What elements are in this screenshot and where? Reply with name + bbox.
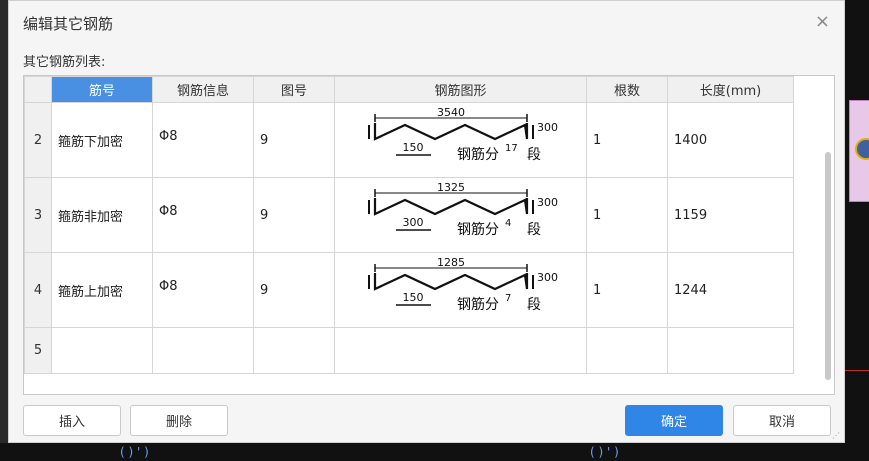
rebar-list-label: 其它钢筋列表:	[23, 55, 106, 70]
rebar-shape-diagram: 1285 300 150 钢筋分 7 段	[367, 256, 558, 313]
background-cad-bottom: ( ) ' ) ( ) ' )	[0, 443, 869, 461]
rebar-shape-diagram: 3540 300 150 钢筋分 17 段	[367, 106, 558, 163]
column-header[interactable]: 筋号	[51, 76, 153, 103]
segment-count: 7	[505, 293, 511, 304]
dimension-side-label: 300	[537, 121, 558, 134]
rebar-zigzag	[373, 273, 528, 291]
rebar-table: 筋号 钢筋信息 图号 钢筋图形 根数 长度(mm) 2 箍筋下加密 Φ8 9 3540 300 150…	[24, 76, 794, 374]
row-number[interactable]: 2	[24, 102, 52, 178]
length-cell[interactable]: 1400	[667, 102, 794, 178]
table-header-row: 筋号 钢筋信息 图号 钢筋图形 根数 长度(mm)	[24, 76, 794, 103]
segment-count: 4	[505, 218, 511, 229]
resize-grip-icon[interactable]: ⋰	[832, 431, 840, 440]
table-body: 2 箍筋下加密 Φ8 9 3540 300 150 钢筋分 17 段 1 1400 3 箍筋非加密 Φ8 9 1…	[24, 102, 794, 374]
ok-button[interactable]: 确定	[625, 405, 723, 436]
dimension-sub-label: 300	[402, 216, 423, 229]
column-header[interactable]: 钢筋信息	[152, 76, 254, 103]
figure-number-cell[interactable]: 9	[253, 252, 335, 328]
length-cell[interactable]: 1244	[667, 252, 794, 328]
table-row[interactable]: 4 箍筋上加密 Φ8 9 1285 300 150 钢筋分 7 段 1 1244	[24, 252, 794, 328]
rebar-shape-cell[interactable]: 1285 300 150 钢筋分 7 段	[334, 252, 587, 328]
count-cell[interactable]: 1	[586, 177, 668, 253]
rebar-shape-cell[interactable]: 1325 300 300 钢筋分 4 段	[334, 177, 587, 253]
dialog-title: 编辑其它钢筋	[23, 15, 114, 33]
edit-other-rebar-dialog: 编辑其它钢筋 × 其它钢筋列表: 筋号 钢筋信息 图号 钢筋图形 根数 长度(mm) 2箍…	[8, 0, 845, 443]
dimension-top-label: 3540	[437, 107, 465, 119]
row-number[interactable]: 5	[24, 327, 52, 374]
dimension-side-label: 300	[537, 196, 558, 209]
close-icon[interactable]: ×	[815, 11, 830, 32]
dimension-top-label: 1325	[437, 182, 465, 194]
figure-number-cell[interactable]: 9	[253, 177, 335, 253]
table-row[interactable]: 2 箍筋下加密 Φ8 9 3540 300 150 钢筋分 17 段 1 1400	[24, 102, 794, 178]
rebar-info-cell[interactable]	[152, 327, 254, 374]
vertical-scrollbar[interactable]	[825, 152, 831, 380]
rebar-info-cell[interactable]: Φ8	[152, 102, 254, 178]
segment-suffix: 段	[527, 222, 541, 238]
figure-number-cell[interactable]: 9	[253, 102, 335, 178]
length-cell[interactable]: 1159	[667, 177, 794, 253]
dimension-top-label: 1285	[437, 257, 465, 269]
segment-prefix: 钢筋分	[457, 296, 499, 313]
background-strip-left	[0, 0, 8, 461]
background-cad-view	[845, 0, 869, 461]
cancel-button[interactable]: 取消	[733, 405, 831, 436]
rebar-shape-cell[interactable]	[334, 327, 587, 374]
rebar-table-frame: 筋号 钢筋信息 图号 钢筋图形 根数 长度(mm) 2 箍筋下加密 Φ8 9 3540 300 150…	[23, 75, 835, 395]
count-cell[interactable]: 1	[586, 252, 668, 328]
segment-suffix: 段	[527, 297, 541, 313]
rebar-name-cell[interactable]: 箍筋非加密	[51, 177, 153, 253]
cad-glyph-icon: ( ) ' )	[590, 445, 619, 459]
rebar-shape-diagram: 1325 300 300 钢筋分 4 段	[367, 181, 558, 238]
cad-glyph-icon: ( ) ' )	[120, 445, 149, 459]
segment-suffix: 段	[527, 147, 541, 163]
column-header[interactable]: 钢筋图形	[334, 76, 587, 103]
dimension-sub-label: 150	[402, 291, 423, 304]
segment-count: 17	[505, 143, 518, 154]
delete-button[interactable]: 删除	[130, 405, 228, 436]
row-number[interactable]: 3	[24, 177, 52, 253]
rebar-name-cell[interactable]: 箍筋下加密	[51, 102, 153, 178]
column-header[interactable]: 根数	[586, 76, 668, 103]
rebar-zigzag	[373, 198, 528, 216]
table-row[interactable]: 5	[24, 327, 794, 374]
cad-line	[845, 370, 869, 371]
rebar-info-cell[interactable]: Φ8	[152, 252, 254, 328]
table-row[interactable]: 3 箍筋非加密 Φ8 9 1325 300 300 钢筋分 4 段 1 1159	[24, 177, 794, 253]
row-number[interactable]: 4	[24, 252, 52, 328]
rebar-info-cell[interactable]: Φ8	[152, 177, 254, 253]
count-cell[interactable]	[586, 327, 668, 374]
insert-button[interactable]: 插入	[23, 405, 121, 436]
figure-number-cell[interactable]	[253, 327, 335, 374]
column-header[interactable]: 图号	[253, 76, 335, 103]
rebar-name-cell[interactable]: 箍筋上加密	[51, 252, 153, 328]
rebar-name-cell[interactable]	[51, 327, 153, 374]
rebar-zigzag	[373, 123, 528, 141]
segment-prefix: 钢筋分	[457, 146, 499, 163]
dimension-sub-label: 150	[402, 141, 423, 154]
header-corner	[24, 76, 52, 103]
column-header[interactable]: 长度(mm)	[667, 76, 794, 103]
length-cell[interactable]	[667, 327, 794, 374]
rebar-shape-cell[interactable]: 3540 300 150 钢筋分 17 段	[334, 102, 587, 178]
dimension-side-label: 300	[537, 271, 558, 284]
count-cell[interactable]: 1	[586, 102, 668, 178]
segment-prefix: 钢筋分	[457, 221, 499, 238]
